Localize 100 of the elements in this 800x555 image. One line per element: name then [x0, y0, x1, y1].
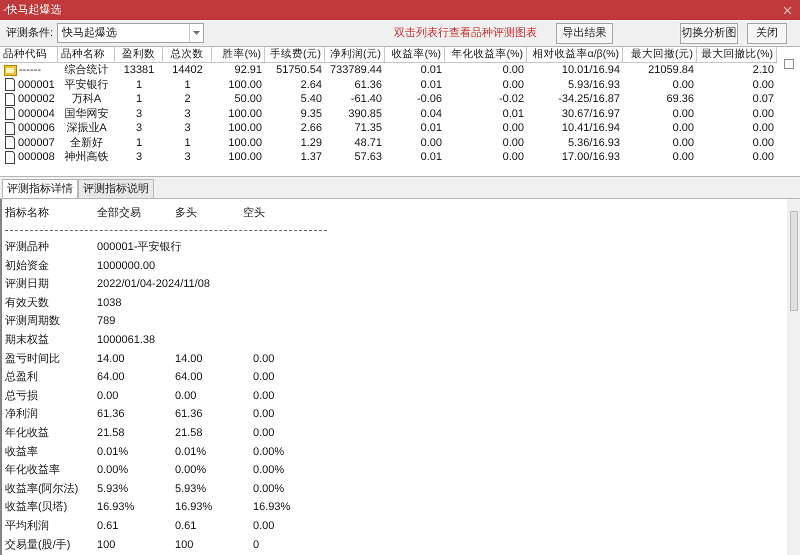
metric-value: 0.00%	[97, 463, 130, 478]
metric-value: 0.01%	[175, 444, 208, 460]
table-cell-text: 000006	[18, 121, 55, 136]
metric-value: 64.00	[97, 370, 126, 386]
table-cell-text: 平安银行	[64, 78, 108, 92]
metric-value: 5.93%	[175, 482, 208, 497]
close-icon[interactable]	[783, 6, 792, 14]
table-cell-text: -34.25/16.87	[558, 92, 620, 107]
table-cell-text: 100.00	[228, 150, 262, 165]
table-cell-text: 000007	[18, 136, 55, 150]
metric-value: 61.36	[97, 407, 126, 422]
tab[interactable]: 评测指标说明	[78, 179, 154, 198]
toolbar-button[interactable]: 关闭	[747, 22, 788, 44]
table-cell-text: 0.00	[502, 150, 524, 165]
metric-label: 收益率(阿尔法)	[5, 482, 80, 497]
scrollbar[interactable]	[787, 199, 800, 555]
table-cell-text: 0.01	[420, 63, 442, 78]
metric-value: 0	[253, 538, 260, 553]
column-header: 全部交易	[97, 206, 142, 221]
metric-value: 0.00	[253, 388, 276, 404]
table-cell-text: 30.67/16.97	[562, 106, 620, 122]
metric-label: 评测周期数	[5, 314, 61, 330]
column-header[interactable]: 品种名称	[58, 47, 115, 62]
table-cell-text: 万科A	[72, 92, 102, 107]
column-header: 空头	[243, 206, 266, 221]
metric-value: 21.58	[175, 426, 204, 441]
metric-label: 收益率(贝塔)	[5, 500, 68, 516]
column-header[interactable]: 最大回撤比(%)	[697, 47, 777, 62]
column-header[interactable]: 最大回撤(元)	[623, 47, 697, 62]
metric-label: 收益率	[5, 444, 39, 460]
table-cell-text: 71.35	[354, 121, 382, 136]
metric-value: 0.61	[175, 518, 198, 534]
column-header[interactable]: 手续费(元)	[265, 47, 325, 62]
metric-label: 平均利润	[5, 518, 50, 534]
table-cell-text: 100.00	[228, 136, 262, 150]
metric-value: 0.00	[253, 370, 276, 386]
table-cell-text: 0.00	[502, 63, 524, 78]
table-cell-text: -0.06	[416, 92, 442, 107]
table-cell-text: 0.00	[752, 106, 774, 122]
table-cell-text: 0.01	[420, 121, 442, 136]
table-cell-text: 14402	[172, 63, 203, 78]
table-cell-text: 2.10	[752, 63, 774, 78]
folder-icon	[4, 64, 17, 76]
document-icon	[4, 92, 16, 106]
table-cell-text: 000008	[18, 150, 55, 165]
table-cell-text: 1.29	[300, 136, 322, 150]
metric-value: 14.00	[175, 352, 204, 367]
column-header[interactable]: 年化收益率(%)	[445, 47, 527, 62]
metric-value: 0.00	[253, 426, 276, 441]
metric-value: 5.93%	[97, 482, 130, 497]
table-cell-text: 1	[136, 136, 142, 150]
table-cell-text: 0.07	[752, 92, 774, 107]
toolbar-button[interactable]: 切换分析图	[680, 22, 738, 44]
table-cell-text: 全新好	[70, 136, 103, 150]
metric-value: 789	[97, 314, 116, 330]
condition-dropdown[interactable]: 快马起爆选	[57, 23, 204, 43]
metric-label: 总亏损	[5, 388, 39, 404]
window-title: -快马起爆选	[3, 2, 62, 18]
metric-value: 0.00	[253, 407, 276, 422]
table-cell-text: 0.00	[672, 150, 694, 165]
table-cell-text: 1	[136, 92, 142, 107]
column-header[interactable]: 品种代码	[0, 47, 58, 62]
column-header[interactable]: 收益率(%)	[385, 47, 445, 62]
table-cell-text: 1	[184, 136, 191, 150]
table-cell-text: 3	[184, 150, 191, 165]
table-cell-text: 深振业A	[66, 121, 107, 136]
metric-value: 0.00	[97, 388, 120, 404]
column-header[interactable]: 净利润(元)	[325, 47, 385, 62]
column-header[interactable]: 总次数	[163, 47, 212, 62]
metric-value: 0.00%	[253, 444, 286, 460]
table-cell-text: 综合统计	[64, 62, 108, 78]
column-header[interactable]: 盈利数	[115, 47, 163, 62]
table-cell-text: 51750.54	[276, 63, 322, 78]
metric-value: 14.00	[97, 352, 126, 367]
table-cell-text: 21059.84	[648, 63, 694, 78]
table-cell-text: 100.00	[228, 106, 262, 122]
document-icon	[4, 107, 16, 120]
table-cell-text: 5.93/16.93	[568, 78, 620, 92]
table-cell-text: 3	[184, 106, 191, 122]
tab[interactable]: 评测指标详情	[2, 179, 78, 198]
table-cell-text: 000004	[18, 106, 55, 122]
table-cell-text: 0.01	[420, 150, 442, 165]
table-cell-text: 3	[184, 121, 191, 136]
table-cell-text: 3	[136, 150, 142, 165]
table-cell-text: 50.00	[234, 92, 262, 107]
table-cell-text: 0.01	[420, 78, 442, 92]
column-header[interactable]: 相对收益率α/β(%)	[527, 47, 623, 62]
table-cell-text: 0.00	[752, 121, 774, 136]
table-cell-text: 0.00	[752, 150, 774, 165]
table-cell-text: 5.40	[300, 92, 322, 107]
column-header[interactable]: 胜率(%)	[212, 47, 265, 62]
metric-label: 有效天数	[5, 296, 50, 311]
metric-label: 评测品种	[5, 240, 50, 256]
scrollbar-thumb[interactable]	[790, 211, 798, 311]
table-cell-text: 1	[184, 78, 191, 92]
table-cell-text: 0.00	[672, 78, 694, 92]
checkbox[interactable]	[784, 59, 794, 69]
toolbar-button[interactable]: 导出结果	[556, 22, 614, 44]
metric-value: 0.00	[253, 518, 276, 534]
table-cell-text: 0.04	[420, 106, 442, 122]
